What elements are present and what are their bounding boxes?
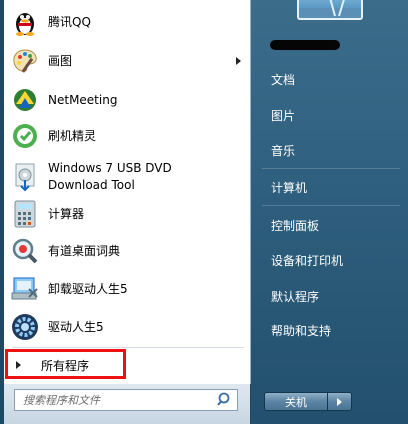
programs-panel: 腾讯QQ 画图 NetMeeting 刷机精灵 Windows 7 USB DV… [4,0,251,384]
program-label: 画图 [48,53,73,68]
divider [262,205,400,206]
program-label: Windows 7 USB DVD Download Tool [48,161,172,192]
search-icon[interactable] [216,391,234,409]
uninstall-icon [10,274,40,304]
netmeeting-icon [10,85,40,115]
program-calculator[interactable]: 计算器 [6,198,248,230]
calculator-icon [10,199,40,229]
place-pictures[interactable]: 图片 [263,103,399,127]
shutdown-button[interactable]: 关机 [264,392,328,411]
program-label: 卸载驱动人生5 [48,281,128,296]
paint-palette-icon [10,46,40,76]
program-shuaji-jingling[interactable]: 刷机精灵 [6,120,248,152]
program-label: 刷机精灵 [48,128,97,143]
program-label: 计算器 [48,206,85,221]
program-uninstall-driver[interactable]: 卸载驱动人生5 [6,272,248,306]
submenu-arrow-icon[interactable] [236,57,241,65]
start-menu: 腾讯QQ 画图 NetMeeting 刷机精灵 Windows 7 USB DV… [0,0,408,424]
program-label: 有道桌面词典 [48,243,121,258]
chevron-right-icon [337,397,342,406]
username-redacted [270,40,340,50]
usb-dvd-tool-icon [10,162,40,192]
place-computer[interactable]: 计算机 [263,175,399,199]
divider [262,168,400,169]
place-documents[interactable]: 文档 [263,67,399,91]
search-box[interactable] [14,389,238,411]
program-netmeeting[interactable]: NetMeeting [6,84,248,116]
driver-gear-icon [10,312,40,342]
program-driver-life[interactable]: 驱动人生5 [6,310,248,344]
program-label: 腾讯QQ [48,14,91,29]
user-picture[interactable] [297,0,363,20]
program-paint[interactable]: 画图 [6,45,248,77]
program-qq[interactable]: 腾讯QQ [6,7,248,37]
place-music[interactable]: 音乐 [263,138,399,162]
qq-penguin-icon [10,7,40,37]
shutdown-options-button[interactable] [328,392,352,411]
divider [12,347,244,348]
place-help-support[interactable]: 帮助和支持 [263,318,399,342]
place-devices-printers[interactable]: 设备和打印机 [263,248,399,272]
place-default-programs[interactable]: 默认程序 [263,284,399,308]
program-label: 驱动人生5 [48,319,104,334]
search-input[interactable] [15,390,216,410]
place-control-panel[interactable]: 控制面板 [263,213,399,237]
places-panel [251,0,408,424]
red-highlight-box [5,349,126,379]
youdao-dict-icon [10,236,40,266]
program-usb-dvd-tool[interactable]: Windows 7 USB DVD Download Tool [6,159,248,195]
program-youdao-dict[interactable]: 有道桌面词典 [6,235,248,267]
program-label: NetMeeting [48,92,118,107]
shuaji-jingling-icon [10,121,40,151]
